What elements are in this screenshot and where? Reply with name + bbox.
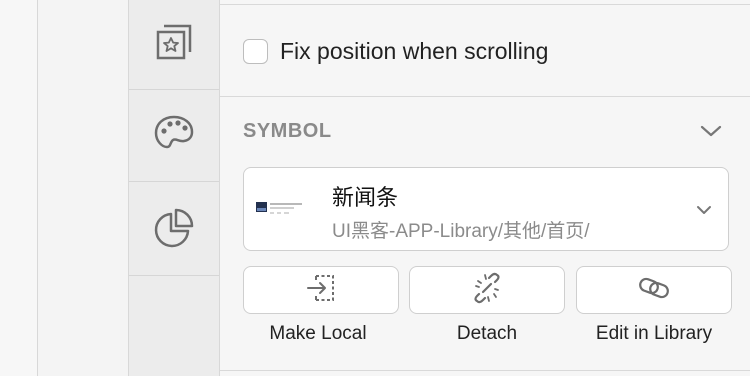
divider	[220, 96, 750, 97]
make-local-button[interactable]	[243, 266, 399, 314]
detach-label: Detach	[456, 323, 518, 344]
make-local-icon	[304, 271, 338, 310]
fix-position-row[interactable]: Fix position when scrolling	[243, 36, 548, 66]
rail-tab-prototype[interactable]	[129, 0, 219, 90]
chevron-down-icon	[692, 198, 716, 222]
edit-in-library-button[interactable]	[576, 266, 732, 314]
fix-position-label: Fix position when scrolling	[280, 37, 549, 64]
symbol-library-path: UI黑客-APP-Library/其他/首页/	[332, 221, 590, 242]
inspector-panel: Fix position when scrolling SYMBOL 新闻条 U…	[220, 0, 750, 376]
detach-button[interactable]	[409, 266, 565, 314]
chevron-down-icon	[700, 124, 722, 143]
symbol-selector[interactable]: 新闻条 UI黑客-APP-Library/其他/首页/	[243, 167, 729, 251]
divider	[220, 4, 750, 5]
fix-position-checkbox[interactable]	[243, 38, 268, 64]
edit-in-library-label: Edit in Library	[595, 323, 713, 344]
inspector-tab-rail	[129, 0, 219, 376]
canvas-edge	[0, 0, 37, 376]
canvas-gutter	[38, 0, 128, 376]
pie-chart-icon	[152, 206, 196, 255]
star-frame-icon	[152, 20, 196, 69]
rail-tab-style[interactable]	[129, 92, 219, 182]
detach-icon	[470, 271, 504, 310]
palette-icon	[152, 112, 196, 161]
link-icon	[637, 271, 671, 310]
symbol-thumbnail	[256, 200, 308, 220]
symbol-name: 新闻条	[332, 185, 399, 210]
make-local-label: Make Local	[269, 323, 367, 344]
rail-tab-data[interactable]	[129, 186, 219, 276]
section-title: SYMBOL	[243, 120, 332, 142]
divider	[220, 370, 750, 371]
section-collapse-button[interactable]	[698, 120, 724, 146]
